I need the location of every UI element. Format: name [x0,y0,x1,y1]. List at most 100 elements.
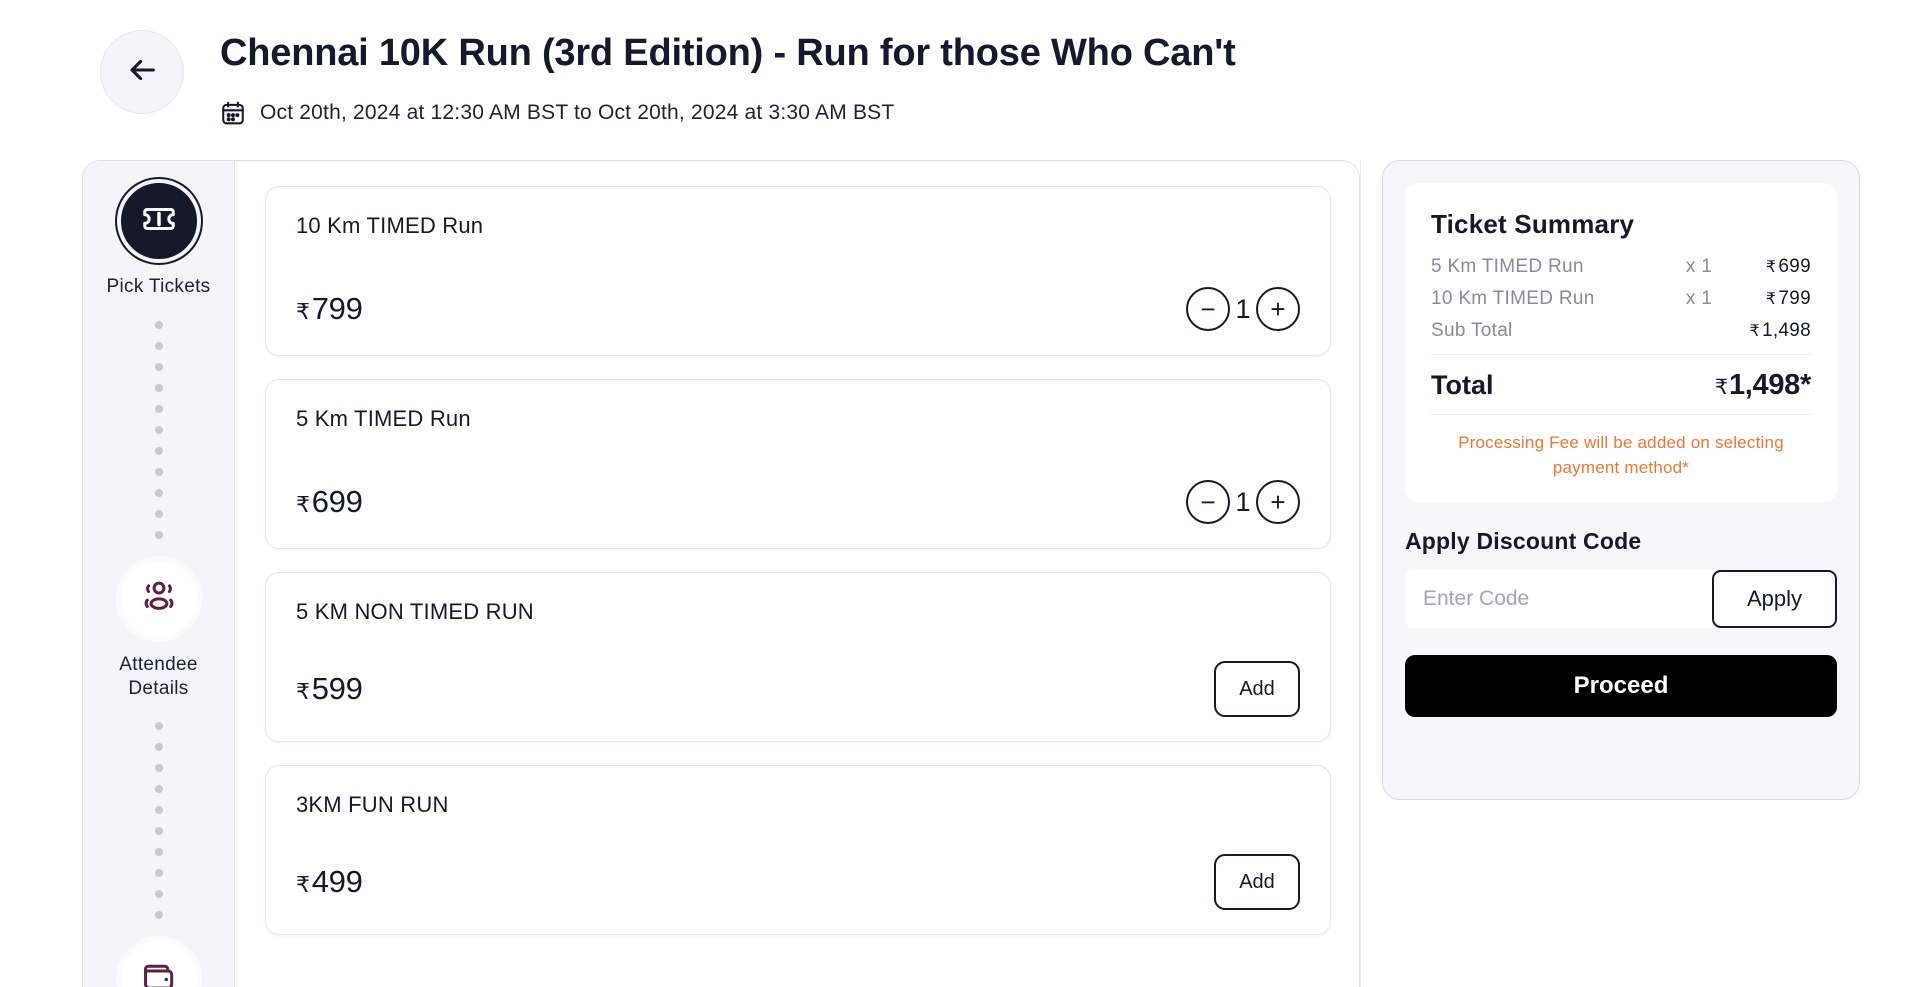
arrow-left-icon [125,53,159,92]
amount-value: 1,498* [1728,369,1811,401]
currency-symbol: ₹ [1765,259,1777,276]
proceed-button[interactable]: Proceed [1405,655,1837,718]
stepper-connector-1 [154,299,163,561]
currency-symbol: ₹ [1749,323,1760,340]
summary-heading: Ticket Summary [1431,209,1635,239]
summary-item-name: 10 Km TIMED Run [1431,288,1595,309]
currency-symbol: ₹ [296,872,310,897]
ticket-price: ₹599 [296,671,363,707]
stepper-circle-attendee-details[interactable] [120,560,197,637]
ticket-selection-panel: Pick Tickets Attendee Details 10 Km TIME… [82,160,1360,987]
connector-dot [154,764,163,773]
quantity-value: 1 [1235,486,1251,517]
ticket-row-bottom: ₹599 Add [296,661,1300,717]
ticket-row: 3KM FUN RUN ₹499 Add [265,765,1331,935]
increment-button[interactable]: + [1256,287,1300,331]
connector-dot [154,722,163,731]
users-icon [140,577,178,620]
stepper-connector-2 [154,700,163,941]
add-ticket-button[interactable]: Add [1214,854,1300,910]
discount-code-input[interactable] [1405,570,1712,629]
quantity-stepper: − 1 + [1186,480,1300,524]
ticket-name: 5 Km TIMED Run [296,406,471,431]
ticket-row-bottom: ₹699 − 1 + [296,480,1300,524]
connector-dot [154,827,163,836]
processing-fee-note: Processing Fee will be added on selectin… [1458,433,1784,477]
page-title: Chennai 10K Run (3rd Edition) - Run for … [220,32,1236,74]
connector-dot [154,404,163,413]
stepper-circle-pick-tickets[interactable] [120,183,197,259]
connector-dot [154,341,163,350]
connector-dot [154,509,163,518]
connector-dot [154,467,163,476]
connector-dot [154,911,163,920]
ticket-row: 10 Km TIMED Run ₹799 − 1 + [265,186,1331,356]
connector-dot [154,743,163,752]
ticket-row: 5 KM NON TIMED RUN ₹599 Add [265,572,1331,742]
discount-heading: Apply Discount Code [1405,528,1642,555]
price-value: 599 [311,671,363,706]
ticket-price: ₹799 [296,291,363,327]
currency-symbol: ₹ [296,492,310,517]
apply-discount-button[interactable]: Apply [1712,570,1837,629]
summary-subtotal-row: Sub Total ₹1,498 [1431,320,1811,342]
ticket-list: 10 Km TIMED Run ₹799 − 1 + 5 Km TIMED Ru… [235,161,1359,987]
stepper-circle-payment[interactable] [120,941,197,987]
header-text-block: Chennai 10K Run (3rd Edition) - Run for … [220,26,1236,126]
page-header: Chennai 10K Run (3rd Edition) - Run for … [0,0,1920,150]
ticket-name: 5 KM NON TIMED RUN [296,599,534,624]
summary-item-amount: ₹699 [1766,256,1811,278]
summary-line-item: 5 Km TIMED Run x 1 ₹699 [1431,256,1811,278]
total-amount: ₹1,498* [1715,369,1811,402]
ticket-summary-card: Ticket Summary 5 Km TIMED Run x 1 ₹699 1… [1405,183,1837,503]
ticket-price: ₹499 [296,864,363,900]
stepper-label-pick-tickets: Pick Tickets [106,276,211,297]
stepper-step-payment[interactable]: Payment [83,941,234,987]
checkout-page: Chennai 10K Run (3rd Edition) - Run for … [0,0,1920,987]
price-value: 799 [311,291,363,326]
wallet-icon [140,958,178,987]
connector-dot [154,362,163,371]
connector-dot [154,869,163,878]
connector-dot [154,488,163,497]
connector-dot [154,530,163,539]
connector-dot [154,425,163,434]
summary-total-row: Total ₹1,498* [1431,369,1811,402]
stepper-step-pick-tickets[interactable]: Pick Tickets [83,183,234,299]
amount-value: 699 [1778,256,1811,277]
amount-value: 799 [1778,288,1811,309]
connector-dot [154,785,163,794]
quantity-value: 1 [1235,293,1251,324]
summary-item-qty: x 1 [1685,256,1713,277]
currency-symbol: ₹ [296,679,310,704]
summary-item-name: 5 Km TIMED Run [1431,256,1584,277]
amount-value: 1,498 [1761,320,1811,341]
price-value: 699 [311,484,363,519]
total-label: Total [1431,370,1494,400]
subtotal-amount: ₹1,498 [1749,320,1811,342]
ticket-row-bottom: ₹799 − 1 + [296,287,1300,331]
price-value: 499 [311,864,363,899]
subtotal-label: Sub Total [1431,320,1513,341]
add-ticket-button[interactable]: Add [1214,661,1300,717]
quantity-stepper: − 1 + [1186,287,1300,331]
decrement-button[interactable]: − [1186,480,1230,524]
stepper-step-attendee-details[interactable]: Attendee Details [83,560,234,701]
connector-dot [154,383,163,392]
currency-symbol: ₹ [296,299,310,324]
currency-symbol: ₹ [1714,376,1728,399]
calendar-icon [220,100,246,126]
decrement-button[interactable]: − [1186,287,1230,331]
panel-divider [1360,160,1361,987]
stepper-label-attendee-details: Attendee Details [119,653,198,699]
summary-divider-bottom [1431,414,1811,415]
connector-dot [154,806,163,815]
ticket-name: 10 Km TIMED Run [296,213,484,238]
increment-button[interactable]: + [1256,480,1300,524]
back-button[interactable] [100,30,184,114]
summary-item-amount: ₹799 [1766,288,1811,310]
summary-line-item: 10 Km TIMED Run x 1 ₹799 [1431,288,1811,310]
order-summary-panel: Ticket Summary 5 Km TIMED Run x 1 ₹699 1… [1382,160,1860,800]
event-date-row: Oct 20th, 2024 at 12:30 AM BST to Oct 20… [220,100,1236,126]
connector-dot [154,848,163,857]
